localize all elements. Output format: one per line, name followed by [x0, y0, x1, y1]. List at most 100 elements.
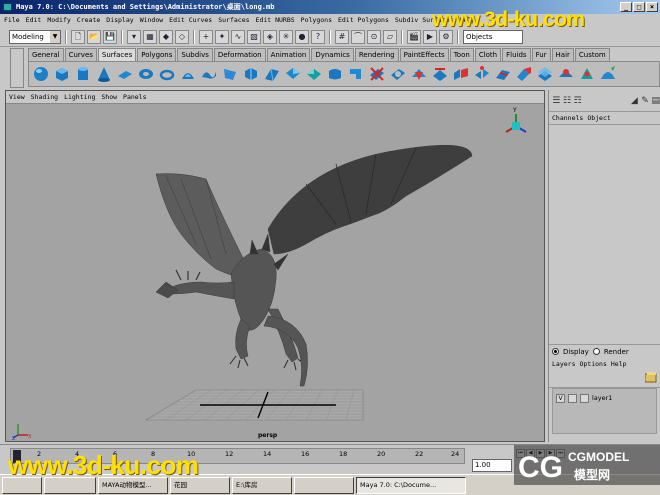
bevel-icon[interactable]: [326, 65, 344, 83]
lasso-icon[interactable]: ✎: [641, 95, 650, 107]
rebuild-surface-icon[interactable]: [557, 65, 575, 83]
menu-edit-curves[interactable]: Edit Curves: [169, 14, 212, 27]
select-curves-icon[interactable]: ∿: [231, 29, 245, 44]
taskbar-item-maya[interactable]: Maya 7.0: C:\Docume...: [356, 476, 466, 494]
object-mode-icon[interactable]: ◆: [159, 29, 173, 44]
tab-cloth[interactable]: Cloth: [474, 48, 502, 61]
menu-options[interactable]: Options: [579, 358, 606, 370]
component-mode-icon[interactable]: ◇: [175, 29, 189, 44]
tab-dynamics[interactable]: Dynamics: [311, 48, 354, 61]
taskbar-item[interactable]: [294, 476, 354, 494]
square-surface-icon[interactable]: [305, 65, 323, 83]
hierarchy-mode-icon[interactable]: ▦: [143, 29, 157, 44]
tab-toon[interactable]: Toon: [449, 48, 474, 61]
nurbs-cylinder-icon[interactable]: [74, 65, 92, 83]
attach-surfaces-icon[interactable]: [452, 65, 470, 83]
select-misc-icon[interactable]: ?: [311, 29, 325, 44]
layer-visibility-toggle[interactable]: V: [556, 393, 565, 403]
tab-painteffects[interactable]: PaintEffects: [399, 48, 449, 61]
menu-channels[interactable]: Channels: [552, 112, 583, 124]
round-tool-icon[interactable]: [578, 65, 596, 83]
current-time-field[interactable]: 1.00: [472, 459, 512, 472]
panel-menu-view[interactable]: View: [9, 91, 25, 103]
create-layer-icon[interactable]: [645, 372, 657, 384]
menu-edit-nurbs[interactable]: Edit NURBS: [256, 14, 295, 27]
project-curve-icon[interactable]: [431, 65, 449, 83]
offset-surface-icon[interactable]: [536, 65, 554, 83]
birail-icon[interactable]: [263, 65, 281, 83]
shelf-options-button[interactable]: [10, 48, 24, 88]
tab-general[interactable]: General: [28, 48, 64, 61]
intersect-icon[interactable]: [410, 65, 428, 83]
panel-layout-icon[interactable]: ▤: [651, 95, 660, 107]
select-joints-icon[interactable]: ✦: [215, 29, 229, 44]
tab-rendering[interactable]: Rendering: [354, 48, 399, 61]
tab-fur[interactable]: Fur: [531, 48, 551, 61]
snap-plane-icon[interactable]: ▱: [383, 29, 397, 44]
minimize-button[interactable]: _: [620, 2, 632, 12]
tab-subdivs[interactable]: Subdivs: [177, 48, 213, 61]
channel-box-area[interactable]: [549, 124, 660, 344]
menu-object[interactable]: Object: [587, 112, 610, 124]
detach-surfaces-icon[interactable]: [473, 65, 491, 83]
tab-animation[interactable]: Animation: [266, 48, 311, 61]
trim-tool-icon[interactable]: [368, 65, 386, 83]
select-mode-icon[interactable]: ▾: [127, 29, 141, 44]
view-cube-axis[interactable]: Y: [505, 107, 527, 133]
nurbs-sphere-icon[interactable]: [32, 65, 50, 83]
panel-menu-show[interactable]: Show: [101, 91, 117, 103]
close-button[interactable]: ×: [646, 2, 658, 12]
nurbs-circle-icon[interactable]: [158, 65, 176, 83]
panel-menu-shading[interactable]: Shading: [31, 91, 58, 103]
new-scene-icon[interactable]: 🗋: [71, 29, 85, 44]
tab-deformation[interactable]: Deformation: [213, 48, 266, 61]
nurbs-torus-icon[interactable]: [137, 65, 155, 83]
boundary-icon[interactable]: [284, 65, 302, 83]
extrude-icon[interactable]: [242, 65, 260, 83]
menu-window[interactable]: Window: [140, 14, 163, 27]
render-radio[interactable]: [592, 348, 600, 355]
tab-fluids[interactable]: Fluids: [502, 48, 531, 61]
loft-icon[interactable]: [200, 65, 218, 83]
tab-hair[interactable]: Hair: [551, 48, 574, 61]
insert-isoparms-icon[interactable]: [494, 65, 512, 83]
menu-help-layers[interactable]: Help: [611, 358, 627, 370]
menu-set-select[interactable]: Modeling ▼: [9, 29, 61, 44]
select-handles-icon[interactable]: +: [199, 29, 213, 44]
select-rendering-icon[interactable]: ●: [295, 29, 309, 44]
save-scene-icon[interactable]: 💾: [103, 29, 117, 44]
extend-surface-icon[interactable]: [515, 65, 533, 83]
snap-curve-icon[interactable]: ⌒: [351, 29, 365, 44]
tool-settings-icon[interactable]: ☶: [573, 95, 582, 107]
panel-menu-lighting[interactable]: Lighting: [64, 91, 95, 103]
menu-surfaces[interactable]: Surfaces: [218, 14, 249, 27]
nurbs-cone-icon[interactable]: [95, 65, 113, 83]
bevel-plus-icon[interactable]: [347, 65, 365, 83]
menu-layers[interactable]: Layers: [552, 358, 575, 370]
menu-modify[interactable]: Modify: [47, 14, 70, 27]
3d-viewport[interactable]: Y Z X persp: [6, 104, 544, 441]
attribute-editor-icon[interactable]: ☷: [563, 95, 572, 107]
layer-editor-icon[interactable]: ◢: [630, 95, 639, 107]
menu-edit[interactable]: Edit: [26, 14, 42, 27]
panel-menu-panels[interactable]: Panels: [123, 91, 146, 103]
untrim-icon[interactable]: [389, 65, 407, 83]
open-scene-icon[interactable]: 📂: [87, 29, 101, 44]
menu-create[interactable]: Create: [77, 14, 100, 27]
dragon-model[interactable]: [155, 144, 473, 387]
menu-display[interactable]: Display: [106, 14, 133, 27]
menu-polygons[interactable]: Polygons: [301, 14, 332, 27]
menu-file[interactable]: File: [4, 14, 20, 27]
layer-row[interactable]: V layer1: [553, 392, 656, 404]
revolve-icon[interactable]: [179, 65, 197, 83]
select-surfaces-icon[interactable]: ▧: [247, 29, 261, 44]
planar-icon[interactable]: [221, 65, 239, 83]
select-dynamics-icon[interactable]: ✳: [279, 29, 293, 44]
maximize-button[interactable]: □: [633, 2, 645, 12]
channel-box-icon[interactable]: ☰: [552, 95, 561, 107]
tab-curves[interactable]: Curves: [64, 48, 97, 61]
menu-edit-polygons[interactable]: Edit Polygons: [338, 14, 389, 27]
taskbar-item-storage[interactable]: E:\库房: [232, 476, 292, 494]
tab-custom[interactable]: Custom: [574, 48, 610, 61]
display-radio[interactable]: [552, 348, 559, 355]
